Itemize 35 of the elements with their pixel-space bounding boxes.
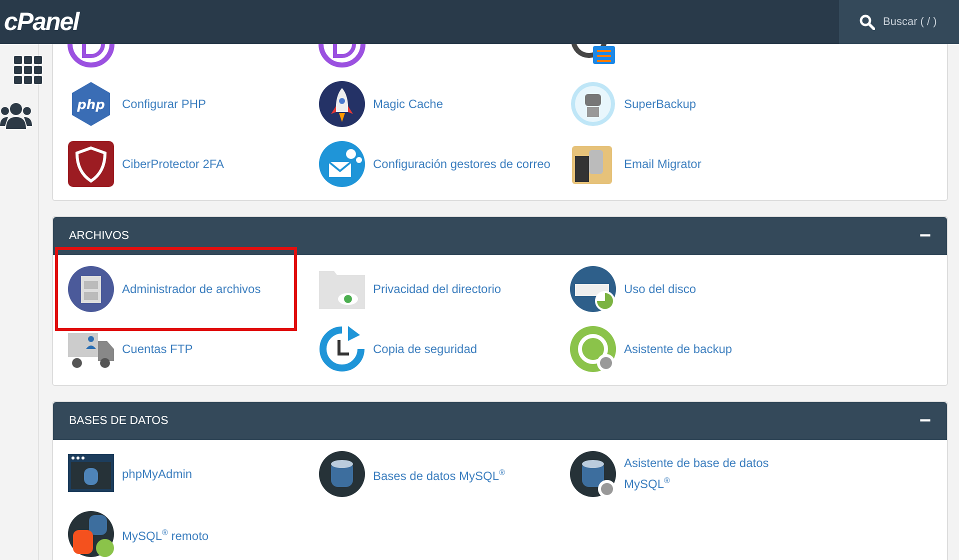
- app-link[interactable]: SuperBackup: [624, 96, 696, 112]
- app-link[interactable]: Asistente de backup: [624, 340, 732, 358]
- rocket-icon: [318, 80, 366, 128]
- search-field[interactable]: Buscar ( / ): [883, 16, 959, 28]
- section-title: BASES DE DATOS: [69, 415, 168, 427]
- collapse-button[interactable]: −: [919, 411, 931, 431]
- section-title: ARCHIVOS: [69, 230, 130, 242]
- app-link[interactable]: MySQL$^{®}$ remoto: [122, 524, 209, 544]
- app-link[interactable]: Configuración gestores de correo: [373, 156, 550, 172]
- backup-wizard-icon: [569, 325, 617, 373]
- app-link[interactable]: Copia de seguridad: [373, 340, 478, 358]
- remote-database-icon: [67, 510, 115, 558]
- database-wizard-icon: [569, 450, 617, 498]
- server-pie-icon: [569, 265, 617, 313]
- app-link[interactable]: phpMyAdmin: [122, 466, 192, 482]
- users-icon: [0, 102, 32, 130]
- app-link[interactable]: Configurar PHP: [122, 96, 206, 112]
- app-link[interactable]: Uso del disco: [624, 280, 696, 298]
- search-icon: [859, 14, 875, 30]
- shield-icon: [67, 140, 115, 188]
- app-link[interactable]: CiberProtector 2FA: [122, 156, 224, 172]
- app-link[interactable]: Privacidad del directorio: [373, 280, 502, 298]
- app-link[interactable]: Magic Cache: [373, 96, 444, 112]
- app-link[interactable]: Bases de datos MySQL$^{®}$: [373, 464, 505, 484]
- app-link[interactable]: Email Migrator: [624, 156, 702, 172]
- app-link[interactable]: Asistente de base de datos MySQL$^{®}$: [624, 455, 816, 493]
- sidebar-item[interactable]: [0, 102, 32, 130]
- database-icon: [318, 450, 366, 498]
- envelope-gears-icon: [318, 140, 366, 188]
- cpanel-logo[interactable]: cPanel: [0, 8, 79, 36]
- file-cabinet-icon: [67, 265, 115, 313]
- app-link[interactable]: Administrador de archivos: [122, 280, 261, 298]
- circular-arrow-icon: [318, 325, 366, 373]
- collapse-button[interactable]: −: [919, 226, 931, 246]
- app-link[interactable]: Cuentas FTP: [122, 340, 193, 358]
